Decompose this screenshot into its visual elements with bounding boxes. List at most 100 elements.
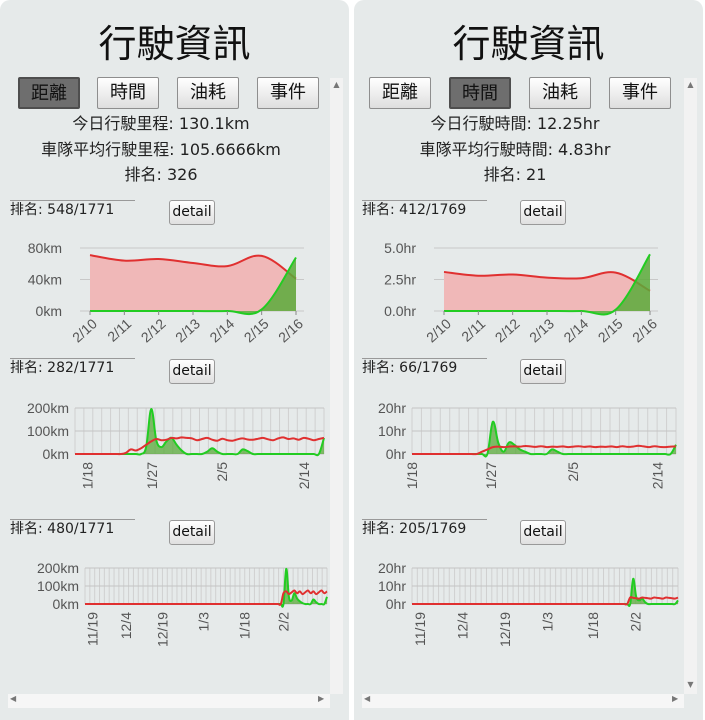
tab-bar: 距離 時間 油耗 事件	[0, 77, 349, 111]
y-tick-label: 0hr	[386, 596, 407, 612]
tab-events[interactable]: 事件	[257, 77, 319, 109]
right-panel: 行駛資訊 距離 時間 油耗 事件 今日行駛時間: 12.25hr 車隊平均行駛時…	[354, 0, 703, 720]
x-tick-label: 11/19	[412, 612, 428, 646]
fleet-average-time: 車隊平均行駛時間: 4.83hr	[419, 140, 611, 159]
quarterly-distance-chart: 0km 100km 200km 11/19 12/4 12/19 1/3 1/18 2/2	[37, 560, 328, 647]
x-tick-label: 12/19	[497, 612, 513, 647]
x-tick-label: 2/15	[241, 315, 272, 345]
fleet-average-distance: 車隊平均行駛里程: 105.6666km	[41, 140, 281, 159]
x-tick-label: 12/4	[118, 612, 134, 639]
y-tick-label: 0hr	[386, 446, 407, 462]
detail-button[interactable]: detail	[169, 200, 215, 225]
x-tick-label: 2/16	[275, 315, 306, 345]
x-tick-label: 1/3	[540, 612, 556, 632]
x-tick-label: 2/11	[458, 315, 488, 345]
weekly-time-chart: 0.0hr 2.5hr 5.0hr 2/10 2/11 2/12 2/13 2/14 2/15 2…	[384, 240, 660, 345]
x-tick-label: 2/5	[565, 462, 581, 482]
detail-button[interactable]: detail	[520, 520, 566, 545]
y-tick-label: 5.0hr	[384, 240, 416, 256]
y-tick-label: 10hr	[378, 423, 406, 439]
chart-rank-label: 排名: 480/1771	[10, 519, 135, 540]
y-tick-label: 200km	[27, 400, 69, 416]
y-tick-label: 0km	[36, 303, 62, 319]
tab-time[interactable]: 時間	[449, 77, 511, 109]
scroll-down-icon[interactable]: ▼	[684, 680, 697, 689]
chart-rank-label: 排名: 412/1769	[362, 200, 487, 221]
x-tick-label: 2/10	[423, 315, 454, 345]
y-tick-label: 0.0hr	[384, 303, 416, 319]
x-tick-label: 12/4	[455, 612, 471, 639]
x-tick-label: 11/19	[84, 612, 100, 646]
tab-fuel[interactable]: 油耗	[529, 77, 591, 109]
y-tick-label: 2.5hr	[384, 272, 416, 288]
x-tick-label: 2/2	[627, 612, 643, 632]
scroll-right-icon[interactable]: ▶	[672, 694, 678, 703]
y-tick-label: 0km	[43, 446, 69, 462]
vertical-scrollbar[interactable]: ▲ ▼	[684, 78, 697, 694]
tab-distance[interactable]: 距離	[369, 77, 431, 109]
x-tick-label: 1/27	[144, 462, 160, 489]
x-tick-label: 2/13	[172, 315, 203, 345]
y-tick-label: 0km	[53, 596, 79, 612]
x-tick-label: 2/14	[650, 462, 666, 489]
scroll-up-icon[interactable]: ▲	[330, 80, 343, 89]
y-tick-label: 100km	[27, 423, 69, 439]
y-tick-label: 100km	[37, 578, 79, 594]
tab-distance[interactable]: 距離	[18, 77, 80, 109]
x-tick-label: 1/3	[196, 612, 212, 632]
y-tick-label: 10hr	[378, 578, 406, 594]
vertical-scrollbar[interactable]: ▲	[330, 78, 343, 694]
detail-button[interactable]: detail	[520, 200, 566, 225]
x-tick-label: 1/18	[404, 462, 420, 489]
x-tick-label: 12/19	[154, 612, 170, 647]
horizontal-scrollbar[interactable]: ◀ ▶	[362, 694, 684, 708]
panel-title: 行駛資訊	[452, 22, 605, 66]
scroll-left-icon[interactable]: ◀	[364, 694, 370, 703]
y-tick-label: 80km	[28, 240, 62, 256]
scroll-left-icon[interactable]: ◀	[10, 694, 16, 703]
x-tick-label: 1/18	[585, 612, 601, 639]
detail-button[interactable]: detail	[520, 359, 566, 384]
tab-time[interactable]: 時間	[97, 77, 159, 109]
x-tick-label: 2/12	[492, 315, 523, 345]
ranking: 排名: 21	[483, 165, 547, 184]
x-tick-label: 2/15	[595, 315, 626, 345]
chart-rank-label: 排名: 282/1771	[10, 358, 135, 379]
x-tick-label: 1/27	[483, 462, 499, 489]
x-tick-label: 2/16	[629, 315, 660, 345]
today-driving-time: 今日行駛時間: 12.25hr	[430, 114, 600, 133]
x-tick-label: 2/14	[560, 315, 591, 345]
monthly-time-chart: 0hr 10hr 20hr 1/18 1/27 2/5 2/14	[378, 400, 677, 489]
chart-rank-label: 排名: 66/1769	[362, 358, 487, 379]
horizontal-scrollbar[interactable]: ◀ ▶	[8, 694, 330, 708]
scroll-up-icon[interactable]: ▲	[684, 80, 697, 89]
y-tick-label: 20hr	[378, 560, 406, 576]
y-tick-label: 20hr	[378, 400, 406, 416]
x-tick-label: 2/10	[69, 315, 100, 345]
x-tick-label: 2/2	[275, 612, 291, 632]
tab-bar: 距離 時間 油耗 事件	[354, 77, 703, 111]
x-tick-label: 1/18	[79, 462, 95, 489]
weekly-distance-chart: 0km 40km 80km 2/10 2/11 2/12 2/13 2/14 2/15 2/16	[28, 240, 306, 345]
x-tick-label: 1/18	[237, 612, 253, 639]
ranking: 排名: 326	[124, 165, 198, 184]
detail-button[interactable]: detail	[169, 359, 215, 384]
quarterly-time-chart: 0hr 10hr 20hr 11/19 12/4 12/19 1/3 1/18 2/2	[378, 560, 679, 647]
monthly-distance-chart: 0km 100km 200km 1/18 1/27 2/5 2/14	[27, 400, 325, 489]
chart-rank-label: 排名: 548/1771	[10, 200, 135, 221]
x-tick-label: 2/5	[214, 462, 230, 482]
today-distance: 今日行駛里程: 130.1km	[72, 114, 250, 133]
left-panel: 行駛資訊 距離 時間 油耗 事件 今日行駛里程: 130.1km 車隊平均行駛里…	[0, 0, 349, 720]
tab-fuel[interactable]: 油耗	[177, 77, 239, 109]
x-tick-label: 2/11	[104, 315, 134, 345]
y-tick-label: 40km	[28, 272, 62, 288]
y-tick-label: 200km	[37, 560, 79, 576]
x-tick-label: 2/14	[206, 315, 237, 345]
panel-title: 行駛資訊	[98, 22, 251, 66]
chart-rank-label: 排名: 205/1769	[362, 519, 487, 540]
tab-events[interactable]: 事件	[609, 77, 671, 109]
x-tick-label: 2/13	[526, 315, 557, 345]
scroll-right-icon[interactable]: ▶	[318, 694, 324, 703]
x-tick-label: 2/14	[296, 462, 312, 489]
detail-button[interactable]: detail	[169, 520, 215, 545]
